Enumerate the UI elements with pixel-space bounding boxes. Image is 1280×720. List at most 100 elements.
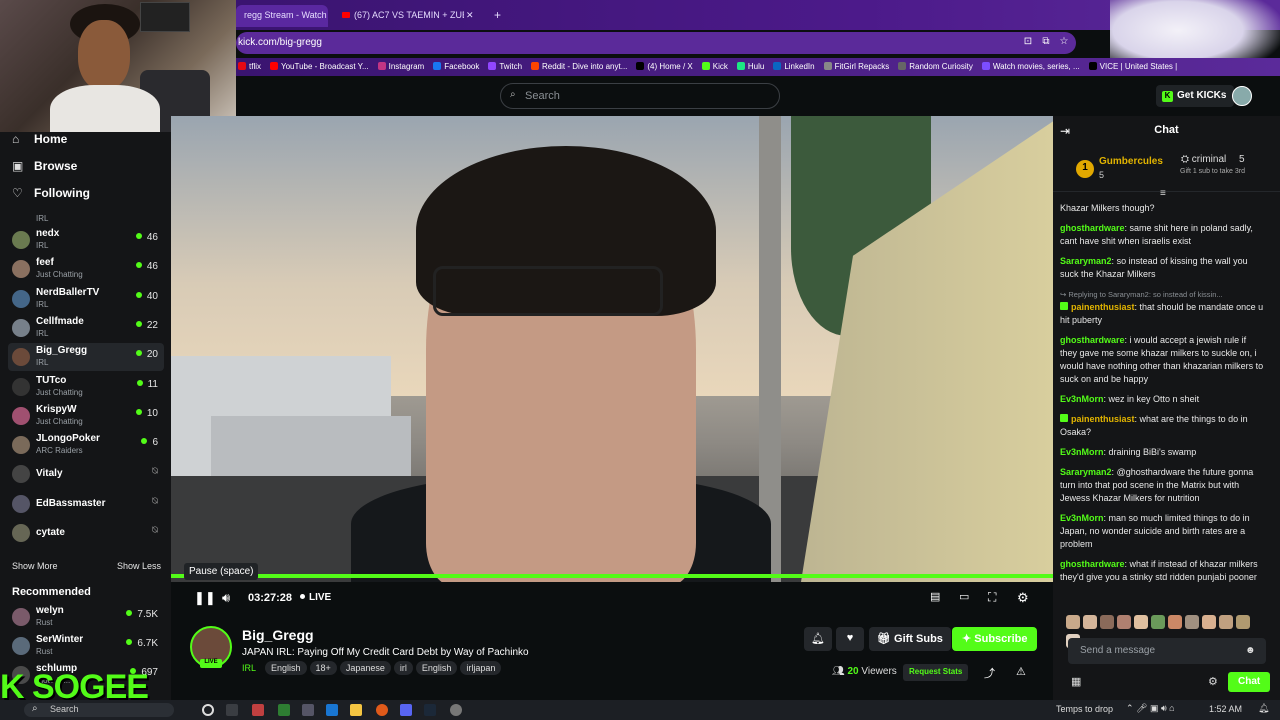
widgets-icon[interactable] <box>226 704 238 716</box>
tab-kick-stream[interactable]: regg Stream - Watch✕ <box>236 5 328 27</box>
stream-tag[interactable]: irljapan <box>460 661 502 675</box>
taskbar-search[interactable]: Search <box>24 703 174 717</box>
chat-username[interactable]: painenthusiast <box>1071 302 1135 312</box>
weather-widget[interactable]: Temps to drop <box>1056 704 1113 714</box>
app-icon[interactable] <box>278 704 290 716</box>
sidebar-channel[interactable]: cytate ⍉ <box>8 519 164 547</box>
sidebar-channel[interactable]: KrispyW Just Chatting 10 <box>8 402 164 430</box>
chat-message[interactable]: ghosthardware: same shit here in poland … <box>1060 222 1265 248</box>
chat-message[interactable]: Sararyman2: @ghosthardware the future go… <box>1060 466 1265 505</box>
sidebar-nav-browse[interactable]: ▣ Browse <box>12 159 77 173</box>
sidebar-channel[interactable]: IRL <box>8 206 164 226</box>
bookmark-item[interactable]: Hulu <box>736 58 764 71</box>
follow-heart-icon[interactable]: ♥ <box>836 627 864 651</box>
chat-message[interactable]: ghosthardware: i would accept a jewish r… <box>1060 334 1265 386</box>
chat-message-input[interactable]: Send a message <box>1068 638 1266 664</box>
search-input[interactable]: Search <box>500 83 780 109</box>
bookmark-item[interactable]: (4) Home / X <box>636 58 693 71</box>
app-icon[interactable] <box>450 704 462 716</box>
theater-mode-icon[interactable]: ▭ <box>959 590 969 603</box>
chat-message[interactable]: ↪ Replying to Sararyman2: so instead of … <box>1060 288 1265 327</box>
video-player[interactable] <box>171 116 1053 582</box>
stream-tag[interactable]: Japanese <box>339 661 391 675</box>
chat-message[interactable]: Ev3nMorn: man so much limited things to … <box>1060 512 1265 551</box>
bookmark-item[interactable]: Reddit - Dive into anyt... <box>531 58 627 71</box>
emoji-icon[interactable]: ☻ <box>1245 645 1256 656</box>
stream-tag[interactable]: English <box>415 661 458 675</box>
chat-username[interactable]: Ev3nMorn <box>1060 394 1104 404</box>
bookmark-item[interactable]: Kick <box>701 58 728 71</box>
emote-icon[interactable] <box>1185 615 1199 629</box>
chat-username[interactable]: Ev3nMorn <box>1060 447 1104 457</box>
chat-username[interactable]: ghosthardware <box>1060 335 1125 345</box>
get-kicks-button[interactable]: K Get KICKs <box>1156 85 1235 107</box>
bookmark-item[interactable]: FitGirl Repacks <box>823 58 889 71</box>
chat-username[interactable]: ghosthardware <box>1060 559 1125 569</box>
emote-icon[interactable] <box>1134 615 1148 629</box>
chat-settings-icon[interactable]: ⚙ <box>1208 675 1218 688</box>
chat-username[interactable]: painenthusiast <box>1071 414 1135 424</box>
steam-icon[interactable] <box>424 704 436 716</box>
chat-gift-icon[interactable]: ▦ <box>1071 675 1081 688</box>
show-less-button[interactable]: Show Less <box>117 561 161 571</box>
emote-icon[interactable] <box>1117 615 1131 629</box>
outlook-icon[interactable] <box>326 704 338 716</box>
bookmark-item[interactable]: LinkedIn <box>773 58 815 71</box>
star-icon[interactable]: ☆ <box>1058 36 1070 48</box>
close-icon[interactable]: ✕ <box>464 5 480 27</box>
show-more-button[interactable]: Show More <box>12 561 58 571</box>
sidebar-nav-home[interactable]: ⌂ Home <box>12 132 67 146</box>
chat-message[interactable]: Ev3nMorn: wez in key Otto n sheit <box>1060 393 1265 406</box>
chat-message[interactable]: Ev3nMorn: draining BiBi's swamp <box>1060 446 1265 459</box>
system-tray-icons[interactable]: ⌃ 🎤︎ ▣ 🔊︎ ⌂ <box>1126 703 1175 714</box>
share-icon[interactable]: ⤴ <box>984 665 995 681</box>
address-bar[interactable]: kick.com/big-gregg <box>236 32 1076 54</box>
app-icon[interactable] <box>302 704 314 716</box>
gift-prompt[interactable]: Gift 1 sub to take 3rd <box>1180 168 1260 176</box>
streamer-name[interactable]: Big_Gregg <box>242 627 314 643</box>
sidebar-channel[interactable]: nedx IRL 46 <box>8 226 164 254</box>
sidebar-channel[interactable]: EdBassmaster ⍉ <box>8 490 164 518</box>
bookmark-item[interactable]: VICE | United States | <box>1088 58 1177 71</box>
sidebar-channel[interactable]: Vitaly ⍉ <box>8 460 164 488</box>
stream-tag[interactable]: English <box>265 661 307 675</box>
firefox-icon[interactable] <box>376 704 388 716</box>
fullscreen-icon[interactable]: ⛶ <box>988 590 996 605</box>
extension-icon[interactable]: ⧉ <box>1040 36 1052 48</box>
emote-icon[interactable] <box>1219 615 1233 629</box>
bookmark-item[interactable]: YouTube - Broadcast Y... <box>270 58 369 71</box>
leader-second-name[interactable]: ⛭ criminal <box>1181 154 1226 165</box>
install-icon[interactable]: ⊡ <box>1022 36 1034 48</box>
bookmark-item[interactable]: Watch movies, series, ... <box>981 58 1080 71</box>
request-stats-button[interactable]: Request Stats <box>903 664 969 681</box>
leader-first-name[interactable]: Gumbercules <box>1099 156 1163 167</box>
expand-leaderboard-icon[interactable]: ≡ <box>1160 188 1166 199</box>
clip-icon[interactable]: ▤ <box>930 590 940 603</box>
new-tab-plus-icon[interactable]: + <box>486 5 502 27</box>
emote-icon[interactable] <box>1236 615 1250 629</box>
live-indicator[interactable]: LIVE <box>300 592 331 603</box>
browser-icon[interactable] <box>252 704 264 716</box>
subscribe-button[interactable]: ✦ Subscribe <box>952 627 1038 651</box>
sidebar-channel[interactable]: JLongoPoker ARC Raiders 6 <box>8 431 164 459</box>
task-view-icon[interactable] <box>202 704 214 716</box>
chat-message[interactable]: Sararyman2: so instead of kissing the wa… <box>1060 255 1265 281</box>
file-explorer-icon[interactable] <box>350 704 362 716</box>
pause-icon[interactable]: ❚❚ <box>194 590 216 606</box>
bookmark-item[interactable]: Instagram <box>377 58 424 71</box>
sidebar-channel[interactable]: feef Just Chatting 46 <box>8 255 164 283</box>
emote-icon[interactable] <box>1066 615 1080 629</box>
emote-icon[interactable] <box>1168 615 1182 629</box>
discord-icon[interactable] <box>400 704 412 716</box>
report-warning-icon[interactable]: ⚠ <box>1016 665 1026 678</box>
bookmark-item[interactable]: Facebook <box>433 58 479 71</box>
sidebar-channel[interactable]: Big_Gregg IRL 20 <box>8 343 164 372</box>
stream-tag[interactable]: 18+ <box>309 661 337 675</box>
bookmark-item[interactable]: Random Curiosity <box>898 58 973 71</box>
settings-gear-icon[interactable]: ⚙ <box>1017 590 1029 606</box>
tab-youtube[interactable]: (67) AC7 VS TAEMIN + ZUES SU <box>334 5 464 27</box>
volume-icon[interactable]: 🔊︎ <box>222 590 230 606</box>
stream-tag[interactable]: irl <box>393 661 413 675</box>
emote-icon[interactable] <box>1202 615 1216 629</box>
emote-icon[interactable] <box>1100 615 1114 629</box>
